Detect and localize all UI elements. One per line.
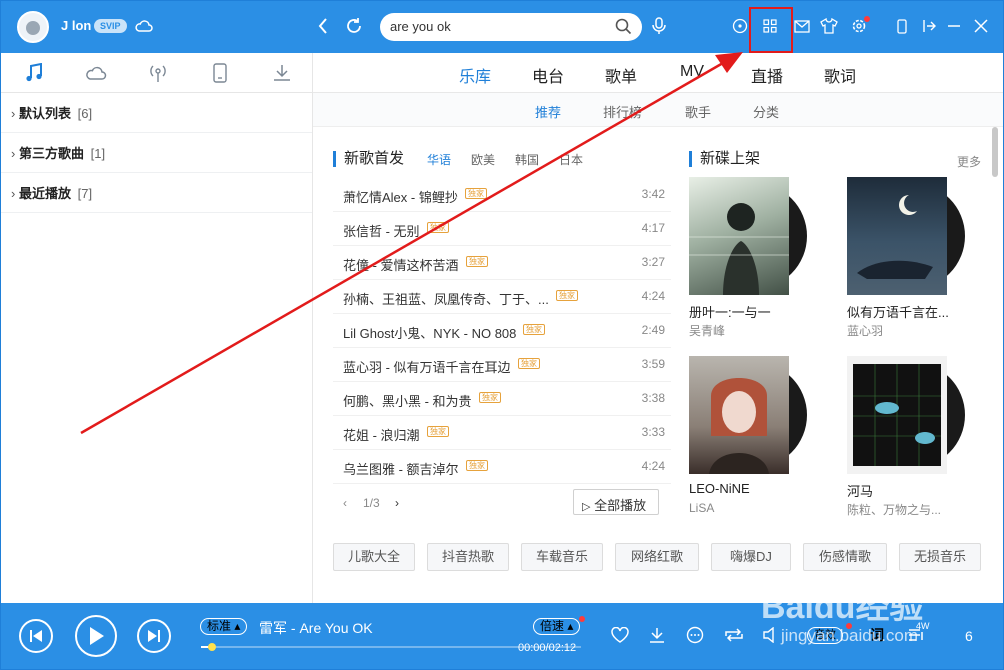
music-player-window: J lon SVIP are you ok › 默认列表 [6] › 第三方歌曲… <box>0 0 1004 670</box>
annotation-arrow <box>80 52 743 435</box>
watermark-logo: Baidu经验 <box>761 588 924 626</box>
watermark-url: jingyan.baidu.com <box>781 626 919 645</box>
